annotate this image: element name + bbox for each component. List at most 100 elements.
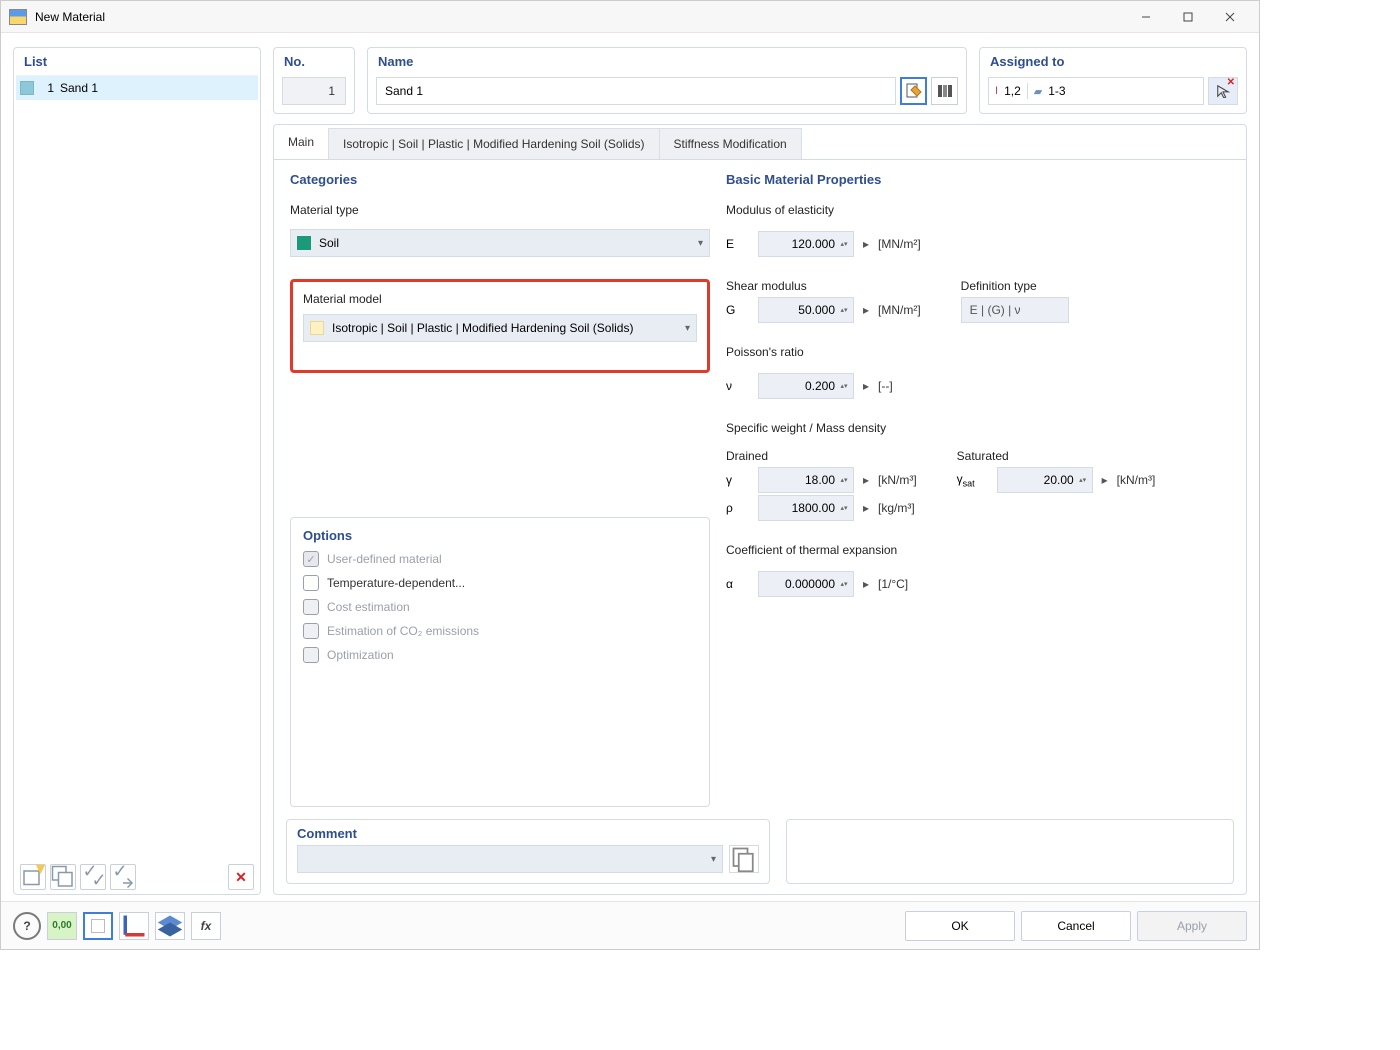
help-button[interactable]: ? — [13, 912, 41, 940]
weight-label: Specific weight / Mass density — [726, 419, 1230, 437]
material-model-value: Isotropic | Soil | Plastic | Modified Ha… — [332, 321, 685, 335]
go-icon[interactable]: ▸ — [860, 577, 872, 591]
go-icon[interactable]: ▸ — [860, 501, 872, 515]
chevron-down-icon: ▾ — [685, 323, 690, 334]
titlebar: New Material — [1, 1, 1259, 33]
list-box[interactable]: 1 Sand 1 — [16, 75, 258, 858]
comment-title: Comment — [297, 826, 759, 841]
options-title: Options — [303, 528, 697, 543]
stepper-icon[interactable]: ▴▾ — [839, 307, 849, 314]
ok-button[interactable]: OK — [905, 911, 1015, 941]
preview-panel — [786, 819, 1234, 884]
G-symbol: G — [726, 303, 752, 317]
minimize-button[interactable] — [1125, 3, 1167, 31]
no-label: No. — [274, 48, 354, 73]
material-type-dropdown[interactable]: Soil ▾ — [290, 229, 710, 257]
maximize-button[interactable] — [1167, 3, 1209, 31]
list-title: List — [14, 48, 260, 73]
list-item-name: Sand 1 — [60, 81, 98, 95]
edit-name-button[interactable] — [900, 77, 927, 105]
comment-copy-button[interactable] — [729, 845, 759, 873]
comment-dropdown[interactable]: ▾ — [297, 845, 723, 873]
svg-text:✓: ✓ — [113, 865, 128, 881]
go-icon[interactable]: ▸ — [1099, 473, 1111, 487]
nu-input[interactable]: 0.200▴▾ — [758, 373, 854, 399]
material-model-label: Material model — [303, 290, 697, 308]
tab-main[interactable]: Main — [274, 125, 329, 159]
deftype-label: Definition type — [961, 277, 1069, 295]
E-input[interactable]: 120.000▴▾ — [758, 231, 854, 257]
cancel-button[interactable]: Cancel — [1021, 911, 1131, 941]
app-icon — [9, 9, 27, 25]
assigned-members: 1,2 — [1004, 84, 1021, 98]
stepper-icon[interactable]: ▴▾ — [839, 477, 849, 484]
uncheck-all-button[interactable]: ✓ — [110, 864, 136, 890]
assigned-panel: Assigned to I 1,2 ▰ 1-3 ✕ — [979, 47, 1247, 114]
material-type-swatch-icon — [297, 236, 311, 250]
assigned-field[interactable]: I 1,2 ▰ 1-3 — [988, 77, 1204, 105]
pick-objects-button[interactable]: ✕ — [1208, 77, 1238, 105]
library-button[interactable] — [931, 77, 958, 105]
window-title: New Material — [35, 10, 105, 24]
svg-text:✓: ✓ — [92, 870, 106, 889]
rho-unit: [kg/m³] — [878, 501, 915, 515]
units-button[interactable]: 0,00 — [47, 912, 77, 940]
gamma-sat-unit: [kN/m³] — [1117, 473, 1156, 487]
go-icon[interactable]: ▸ — [860, 237, 872, 251]
stepper-icon[interactable]: ▴▾ — [1078, 477, 1088, 484]
chevron-down-icon: ▾ — [711, 854, 716, 865]
check-all-button[interactable]: ✓✓ — [80, 864, 106, 890]
delete-item-button[interactable] — [228, 864, 254, 890]
tab-isotropic[interactable]: Isotropic | Soil | Plastic | Modified Ha… — [328, 128, 659, 159]
G-unit: [MN/m²] — [878, 303, 921, 317]
gamma-unit: [kN/m³] — [878, 473, 917, 487]
color-button[interactable] — [83, 912, 113, 940]
list-toolbar: ✓✓ ✓ — [14, 860, 260, 894]
no-panel: No. — [273, 47, 355, 114]
axes-button[interactable] — [119, 912, 149, 940]
copy-item-button[interactable] — [50, 864, 76, 890]
assigned-solids: 1-3 — [1048, 84, 1065, 98]
nu-label: Poisson's ratio — [726, 343, 1230, 361]
drained-label: Drained — [726, 447, 917, 465]
go-icon[interactable]: ▸ — [860, 379, 872, 393]
fx-button[interactable]: fx — [191, 912, 221, 940]
name-input[interactable] — [376, 77, 896, 105]
apply-button: Apply — [1137, 911, 1247, 941]
list-item-num: 1 — [40, 81, 54, 95]
layer-button[interactable] — [155, 912, 185, 940]
new-item-button[interactable] — [20, 864, 46, 890]
material-model-dropdown[interactable]: Isotropic | Soil | Plastic | Modified Ha… — [303, 314, 697, 342]
list-panel: List 1 Sand 1 ✓✓ ✓ — [13, 47, 261, 895]
alpha-input[interactable]: 0.000000▴▾ — [758, 571, 854, 597]
stepper-icon[interactable]: ▴▾ — [839, 383, 849, 390]
tabs-area: Main Isotropic | Soil | Plastic | Modifi… — [273, 124, 1247, 895]
tab-stiffness[interactable]: Stiffness Modification — [659, 128, 802, 159]
E-label: Modulus of elasticity — [726, 201, 1230, 219]
go-icon[interactable]: ▸ — [860, 473, 872, 487]
go-icon[interactable]: ▸ — [860, 303, 872, 317]
material-model-swatch-icon — [310, 321, 324, 335]
rho-input[interactable]: 1800.00▴▾ — [758, 495, 854, 521]
name-label: Name — [368, 48, 966, 73]
tabs: Main Isotropic | Soil | Plastic | Modifi… — [274, 125, 1246, 160]
cost-estimation-checkbox: Cost estimation — [303, 595, 697, 619]
categories-title: Categories — [290, 172, 710, 187]
E-symbol: E — [726, 237, 752, 251]
stepper-icon[interactable]: ▴▾ — [839, 581, 849, 588]
temperature-dependent-checkbox[interactable]: Temperature-dependent... — [303, 571, 697, 595]
close-button[interactable] — [1209, 3, 1251, 31]
E-unit: [MN/m²] — [878, 237, 921, 251]
G-input[interactable]: 50.000▴▾ — [758, 297, 854, 323]
list-item[interactable]: 1 Sand 1 — [16, 76, 258, 100]
no-input[interactable] — [282, 77, 346, 105]
material-type-value: Soil — [319, 236, 339, 250]
solid-icon: ▰ — [1034, 85, 1042, 98]
stepper-icon[interactable]: ▴▾ — [839, 241, 849, 248]
G-label: Shear modulus — [726, 277, 921, 295]
alpha-unit: [1/°C] — [878, 577, 908, 591]
gamma-input[interactable]: 18.00▴▾ — [758, 467, 854, 493]
gamma-sat-input[interactable]: 20.00▴▾ — [997, 467, 1093, 493]
name-panel: Name — [367, 47, 967, 114]
stepper-icon[interactable]: ▴▾ — [839, 505, 849, 512]
